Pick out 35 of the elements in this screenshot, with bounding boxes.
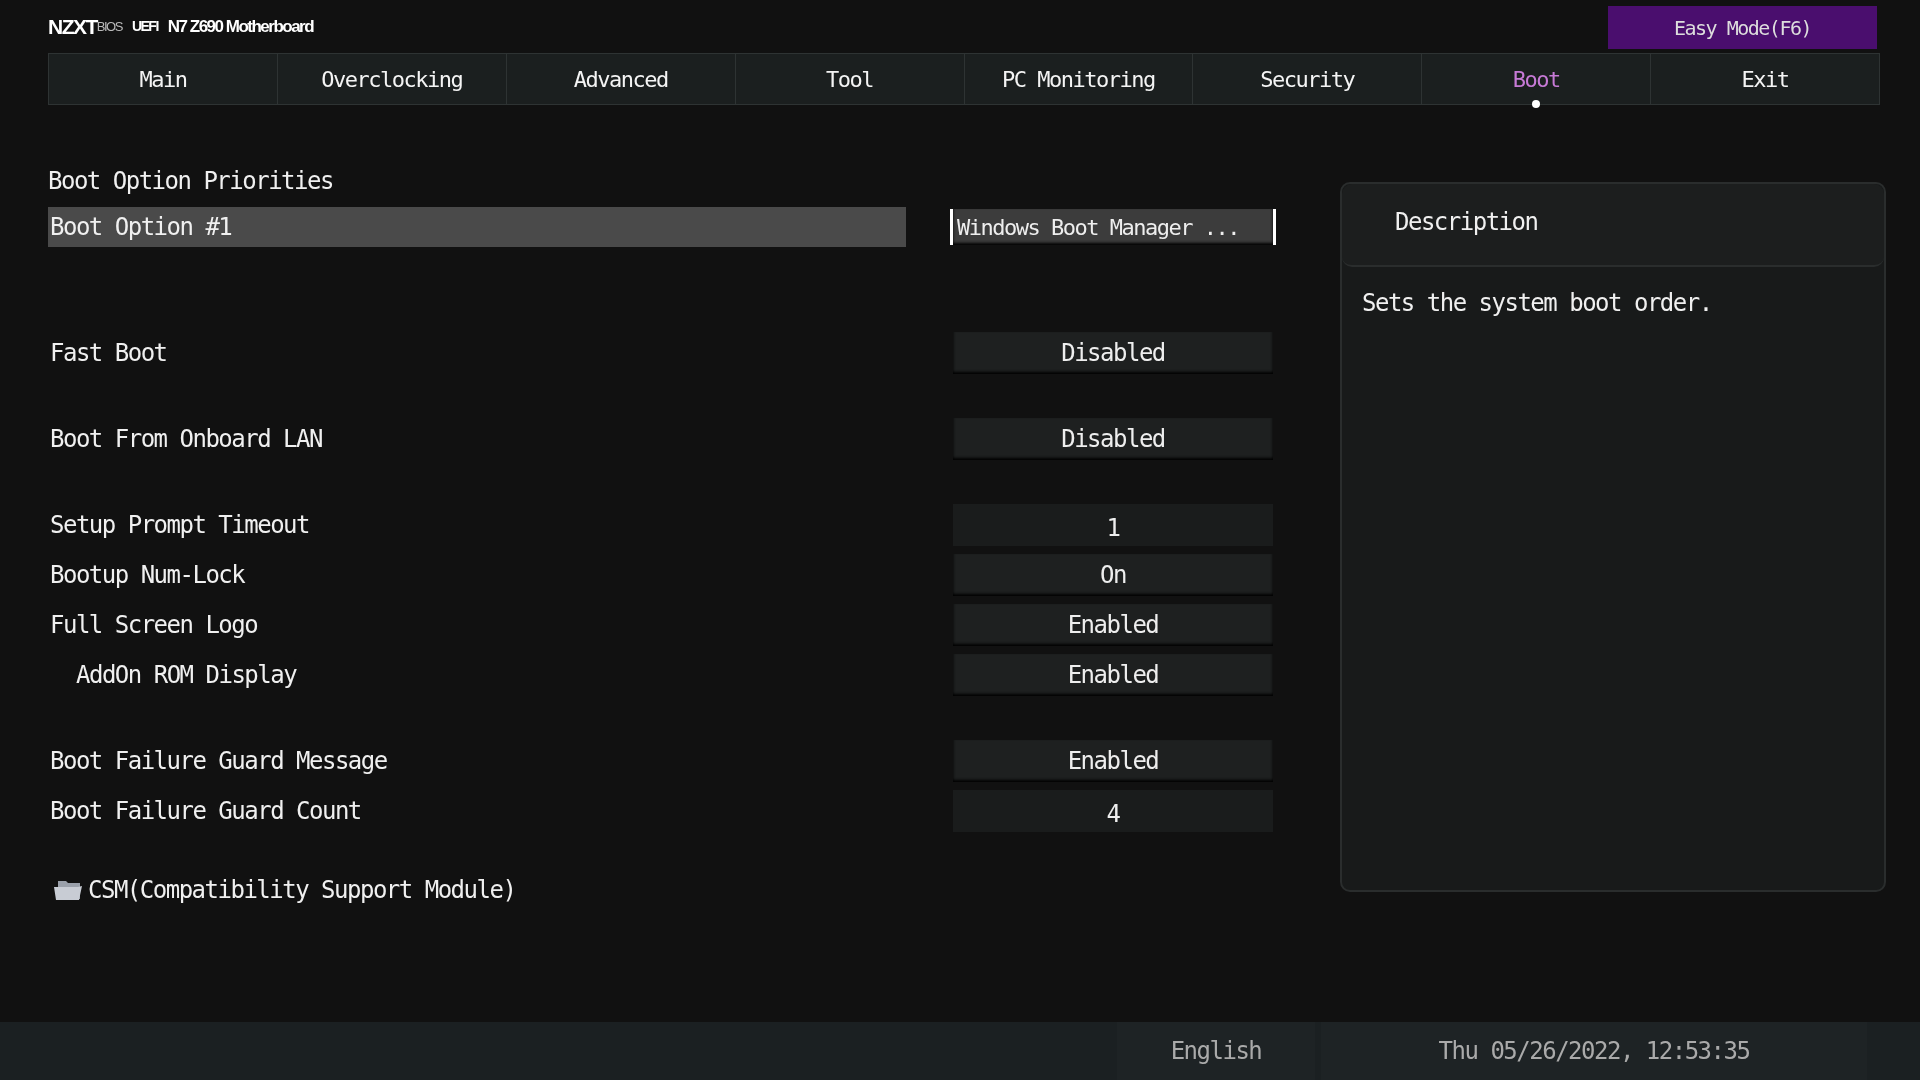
setting-value-button[interactable]: Windows Boot Manager ...: [950, 209, 1276, 245]
firmware-label: UEFI: [131, 17, 158, 36]
setting-label[interactable]: Bootup Num-Lock: [48, 555, 906, 595]
setting-label[interactable]: Boot Failure Guard Message: [48, 741, 906, 781]
setting-value-button[interactable]: Enabled: [953, 654, 1273, 696]
setting-value-field[interactable]: 1: [953, 504, 1273, 546]
setting-value-button[interactable]: Disabled: [953, 332, 1273, 374]
setting-value-button[interactable]: Enabled: [953, 740, 1273, 782]
setting-label[interactable]: AddOn ROM Display: [48, 655, 906, 695]
tab[interactable]: Security: [1193, 54, 1423, 104]
tab[interactable]: Main: [49, 54, 278, 104]
setting-label[interactable]: Boot Option #1: [48, 207, 906, 247]
board-model: N7 Z690 Motherboard: [167, 15, 314, 38]
folder-icon: [54, 879, 82, 901]
setting-value-button[interactable]: Enabled: [953, 604, 1273, 646]
tab[interactable]: Exit: [1651, 54, 1879, 104]
tab[interactable]: Advanced: [506, 54, 736, 104]
description-title: Description: [1342, 184, 1884, 267]
easy-mode-button[interactable]: Easy Mode(F6): [1608, 6, 1877, 49]
brand-logo: NZXT: [48, 13, 97, 40]
brand-subtitle: BIOS: [96, 17, 122, 36]
setting-label[interactable]: Full Screen Logo: [48, 605, 906, 645]
tab[interactable]: Tool: [735, 54, 965, 104]
setting-value-button[interactable]: Disabled: [953, 418, 1273, 460]
setting-value-button[interactable]: On: [953, 554, 1273, 596]
section-heading: Boot Option Priorities: [48, 166, 334, 197]
setting-label[interactable]: Boot From Onboard LAN: [48, 419, 906, 459]
description-text: Sets the system boot order.: [1361, 288, 1713, 319]
setting-label[interactable]: Boot Failure Guard Count: [48, 791, 906, 831]
tab[interactable]: Overclocking: [277, 54, 507, 104]
submenu-link[interactable]: CSM(Compatibility Support Module): [88, 872, 516, 908]
setting-value-field[interactable]: 4: [953, 790, 1273, 832]
setting-label[interactable]: Setup Prompt Timeout: [48, 505, 906, 545]
setting-label[interactable]: Fast Boot: [48, 333, 906, 373]
tab[interactable]: PC Monitoring: [964, 54, 1194, 104]
